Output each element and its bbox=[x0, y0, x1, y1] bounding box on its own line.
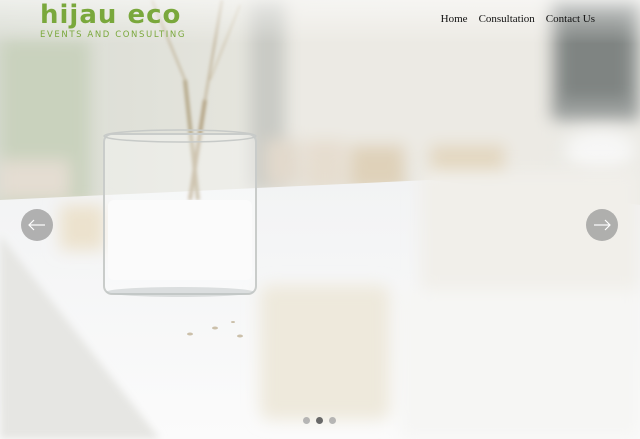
slider-next-button[interactable] bbox=[586, 209, 618, 241]
hero-image bbox=[0, 0, 640, 439]
brand-logo[interactable]: hijau eco EVENTS AND CONSULTING bbox=[40, 2, 186, 40]
arrow-right-icon bbox=[594, 219, 611, 231]
slider-pagination bbox=[303, 417, 336, 424]
slider-dot-1[interactable] bbox=[303, 417, 310, 424]
main-nav: Home Consultation Contact Us bbox=[441, 13, 595, 25]
arrow-left-icon bbox=[28, 219, 45, 231]
nav-link-contact-us[interactable]: Contact Us bbox=[546, 13, 595, 25]
hero-slider bbox=[0, 0, 640, 439]
nav-link-consultation[interactable]: Consultation bbox=[479, 13, 535, 25]
top-navbar: hijau eco EVENTS AND CONSULTING Home Con… bbox=[0, 0, 640, 44]
nav-link-home[interactable]: Home bbox=[441, 13, 468, 25]
slider-dot-2[interactable] bbox=[316, 417, 323, 424]
slider-dot-3[interactable] bbox=[329, 417, 336, 424]
brand-tagline: EVENTS AND CONSULTING bbox=[40, 30, 187, 40]
brand-name: hijau eco bbox=[40, 0, 182, 30]
slider-prev-button[interactable] bbox=[21, 209, 53, 241]
